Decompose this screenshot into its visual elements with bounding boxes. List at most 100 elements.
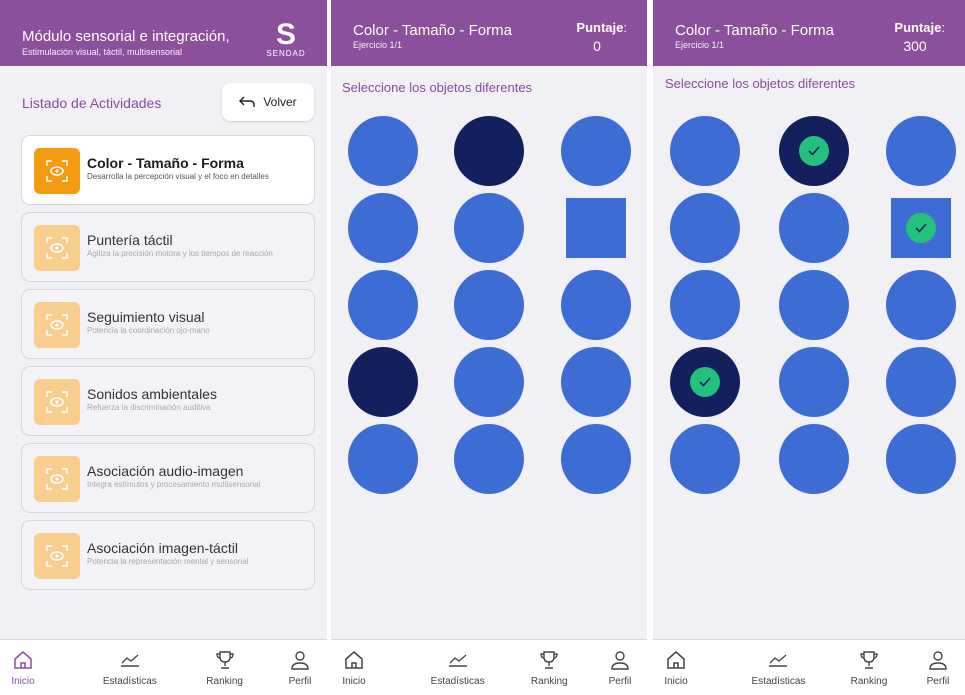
circle-object[interactable]: [561, 270, 631, 340]
activity-card[interactable]: Asociación audio-imagen Integra estímulos…: [21, 443, 315, 513]
activity-icon: [34, 379, 80, 425]
activity-icon: [34, 225, 80, 271]
circle-object[interactable]: [561, 116, 631, 186]
nav-estadsticas[interactable]: Estadísticas: [95, 648, 165, 687]
circle-object[interactable]: [348, 347, 418, 417]
activity-icon: [34, 456, 80, 502]
circle-object[interactable]: [454, 424, 524, 494]
nav-perfil[interactable]: Perfil: [265, 648, 327, 687]
bottom-nav: Inicio Estadísticas Ranking Perfil: [331, 639, 647, 695]
activity-icon: [34, 533, 80, 579]
nav-perfil[interactable]: Perfil: [585, 648, 647, 687]
eye-focus-icon: [46, 545, 68, 567]
eye-focus-icon: [46, 237, 68, 259]
activity-description: Desarrolla la percepción visual y el foc…: [87, 172, 269, 181]
module-header: Módulo sensorial e integración, Estimula…: [0, 0, 327, 66]
nav-label: Estadísticas: [102, 676, 157, 687]
activity-card[interactable]: Seguimiento visual Potencia la coordinaci…: [21, 289, 315, 359]
exercise-header: Color - Tamaño - Forma Ejercicio 1/1 Pun…: [331, 0, 647, 66]
nav-ranking[interactable]: Ranking: [834, 648, 904, 687]
nav-label: Estadísticas: [430, 676, 485, 687]
square-object[interactable]: [566, 198, 626, 258]
circle-object[interactable]: [886, 116, 956, 186]
nav-label: Inicio: [664, 676, 688, 687]
circle-object[interactable]: [670, 193, 740, 263]
module-title: Módulo sensorial e integración,: [22, 28, 230, 45]
circle-object[interactable]: [561, 424, 631, 494]
sendad-logo: S SENDAD: [263, 20, 309, 62]
nav-inicio[interactable]: Inicio: [0, 648, 58, 687]
module-subtitle: Estimulación visual, táctil, multisensor…: [22, 47, 183, 57]
exercise-header: Color - Tamaño - Forma Ejercicio 1/1 Pun…: [653, 0, 965, 66]
exercise-counter: Ejercicio 1/1: [353, 40, 403, 50]
chart-icon: [95, 648, 165, 672]
circle-object[interactable]: [886, 270, 956, 340]
home-icon: [653, 648, 711, 672]
activity-title: Puntería táctil: [87, 232, 173, 248]
home-icon: [331, 648, 389, 672]
chart-icon: [423, 648, 493, 672]
check-icon: [690, 367, 720, 397]
circle-object[interactable]: [454, 270, 524, 340]
circle-object[interactable]: [348, 424, 418, 494]
circle-object[interactable]: [779, 116, 849, 186]
score-label: Puntaje:: [576, 20, 627, 35]
circle-object[interactable]: [454, 116, 524, 186]
activity-description: Potencia la representación mental y sens…: [87, 557, 249, 566]
nav-label: Perfil: [926, 676, 950, 687]
circle-object[interactable]: [670, 116, 740, 186]
nav-ranking[interactable]: Ranking: [514, 648, 584, 687]
nav-perfil[interactable]: Perfil: [903, 648, 965, 687]
activity-icon: [34, 148, 80, 194]
circle-object[interactable]: [886, 347, 956, 417]
circle-object[interactable]: [454, 193, 524, 263]
nav-estadsticas[interactable]: Estadísticas: [743, 648, 813, 687]
circle-object[interactable]: [561, 347, 631, 417]
bottom-nav: Inicio Estadísticas Ranking Perfil: [0, 639, 327, 695]
activity-card[interactable]: Asociación imagen-táctil Potencia la repr…: [21, 520, 315, 590]
circle-object[interactable]: [348, 116, 418, 186]
activity-title: Asociación audio-imagen: [87, 463, 244, 479]
circle-object[interactable]: [670, 270, 740, 340]
logo-text: SENDAD: [266, 49, 306, 58]
activity-card[interactable]: Color - Tamaño - Forma Desarrolla la perc…: [21, 135, 315, 205]
activity-icon: [34, 302, 80, 348]
exercise-title: Color - Tamaño - Forma: [675, 22, 834, 39]
activity-card[interactable]: Puntería táctil Agiliza la precisión moto…: [21, 212, 315, 282]
score-label: Puntaje:: [894, 20, 945, 35]
nav-estadsticas[interactable]: Estadísticas: [423, 648, 493, 687]
score-value: 0: [593, 38, 601, 54]
bottom-nav: Inicio Estadísticas Ranking Perfil: [653, 639, 965, 695]
circle-object[interactable]: [454, 347, 524, 417]
activity-description: Integra estímulos y procesamiento multis…: [87, 480, 261, 489]
circle-object[interactable]: [670, 424, 740, 494]
activity-description: Potencia la coordinación ojo-mano: [87, 326, 210, 335]
activity-title: Asociación imagen-táctil: [87, 540, 238, 556]
eye-focus-icon: [46, 160, 68, 182]
eye-focus-icon: [46, 391, 68, 413]
nav-label: Inicio: [342, 676, 366, 687]
nav-inicio[interactable]: Inicio: [653, 648, 711, 687]
check-icon: [799, 136, 829, 166]
circle-object[interactable]: [348, 193, 418, 263]
chart-icon: [743, 648, 813, 672]
nav-inicio[interactable]: Inicio: [331, 648, 389, 687]
trophy-icon: [190, 648, 260, 672]
circle-object[interactable]: [779, 193, 849, 263]
square-object[interactable]: [891, 198, 951, 258]
check-icon: [906, 213, 936, 243]
circle-object[interactable]: [348, 270, 418, 340]
activity-card[interactable]: Sonidos ambientales Refuerza la discrimin…: [21, 366, 315, 436]
activities-list-title: Listado de Actividades: [22, 95, 162, 111]
score-value: 300: [903, 38, 927, 54]
exercise-screen-result: Color - Tamaño - Forma Ejercicio 1/1 Pun…: [653, 0, 965, 695]
exercise-screen-start: Color - Tamaño - Forma Ejercicio 1/1 Pun…: [331, 0, 647, 695]
trophy-icon: [834, 648, 904, 672]
circle-object[interactable]: [779, 347, 849, 417]
circle-object[interactable]: [886, 424, 956, 494]
back-button[interactable]: Volver: [222, 83, 314, 121]
circle-object[interactable]: [779, 424, 849, 494]
nav-ranking[interactable]: Ranking: [190, 648, 260, 687]
circle-object[interactable]: [779, 270, 849, 340]
circle-object[interactable]: [670, 347, 740, 417]
